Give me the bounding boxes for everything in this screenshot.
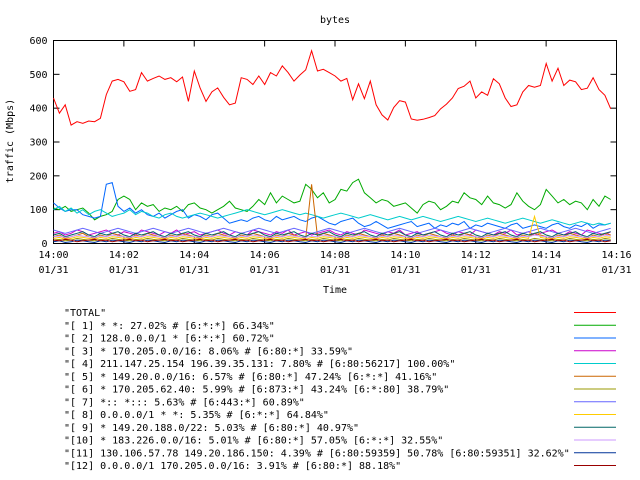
x-tick-label-date: 01/31 [179,265,209,276]
x-axis-label: Time [323,285,347,296]
y-tick-label: 400 [29,104,47,115]
legend-label-2: "[ 2] 128.0.0.0/1 * [6:*:*] 60.72%" [64,334,275,345]
series-line-7 [53,227,611,234]
series-lines [53,48,612,244]
y-tick-label: 0 [41,239,47,250]
y-tick-label: 300 [29,138,47,149]
x-tick-label-time: 14:04 [179,250,209,261]
x-tick-label-date: 01/31 [320,265,350,276]
bytes-chart: bytes traffic (Mbps) Time 0 100 200 300 400 5… [5,15,632,472]
legend-label-12: "[12] 0.0.0.0/1 170.205.0.0/16: 3.91% # … [64,461,401,472]
y-tick-label: 600 [29,36,47,47]
x-tick-label-date: 01/31 [38,265,68,276]
series-line-0 [53,48,612,126]
x-tick-label-date: 01/31 [250,265,280,276]
x-tick-label-date: 01/31 [461,265,491,276]
legend-label-3: "[ 3] * 170.205.0.0/16: 8.06% # [6:80:*]… [64,346,353,357]
legend-label-5: "[ 5] * 149.20.0.0/16: 6.57% # [6:80:*] … [64,372,437,383]
legend-label-7: "[ 7] *:: *::: 5.63% # [6:443:*] 60.89%" [64,397,305,408]
series-line-5 [53,184,611,240]
x-tick-label-time: 14:14 [531,250,561,261]
legend-label-6: "[ 6] * 170.205.62.40: 5.99% # [6:873:*]… [64,385,449,396]
x-tick-label-date: 01/31 [531,265,561,276]
x-tick-label-date: 01/31 [390,265,420,276]
y-tick-label: 100 [29,205,47,216]
legend: "TOTAL" "[ 1] * *: 27.02% # [6:*:*] 66.34… [64,308,616,472]
series-line-4 [53,205,611,226]
y-tick-label: 500 [29,70,47,81]
x-tick-label-time: 14:00 [38,250,68,261]
legend-label-0: "TOTAL" [64,308,106,319]
legend-label-8: "[ 8] 0.0.0.0/1 * *: 5.35% # [6:*:*] 64.… [64,410,329,421]
x-tick-label-time: 14:12 [461,250,491,261]
x-tick-label-date: 01/31 [601,265,631,276]
legend-label-10: "[10] * 183.226.0.0/16: 5.01% # [6:80:*]… [64,436,443,447]
x-tick-label-time: 14:16 [601,250,631,261]
legend-label-11: "[11] 130.106.57.78 149.20.186.150: 4.39… [64,448,570,459]
x-tick-label-time: 14:02 [109,250,139,261]
x-tick-label-time: 14:06 [250,250,280,261]
y-axis-label: traffic (Mbps) [5,99,16,183]
x-tick-label-date: 01/31 [109,265,139,276]
y-tick-label: 200 [29,171,47,182]
chart-title: bytes [320,15,350,26]
x-tick-label-time: 14:10 [390,250,420,261]
legend-label-4: "[ 4] 211.147.25.154 196.39.35.131: 7.80… [64,359,455,370]
legend-label-1: "[ 1] * *: 27.02% # [6:*:*] 66.34%" [64,321,275,332]
x-tick-label-time: 14:08 [320,250,350,261]
legend-label-9: "[ 9] * 149.20.188.0/22: 5.03% # [6:80:*… [64,423,359,434]
